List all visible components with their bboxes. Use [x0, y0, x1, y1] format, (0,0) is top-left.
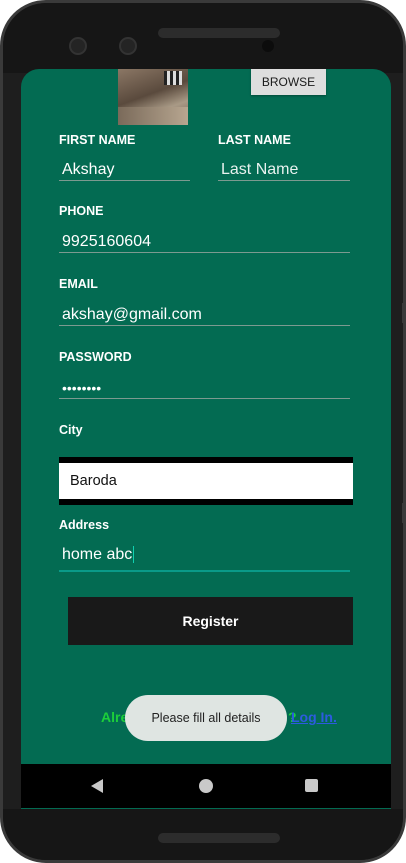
last-name-label: LAST NAME [218, 133, 291, 147]
phone-frame: BROWSE FIRST NAME LAST NAME Akshay Last … [0, 0, 406, 863]
city-label: City [59, 423, 83, 437]
address-value: home abc [62, 546, 133, 563]
proximity-sensor-icon [262, 40, 274, 52]
bottom-speaker [158, 833, 280, 843]
back-triangle-icon[interactable] [91, 779, 103, 793]
recents-square-icon[interactable] [305, 779, 318, 792]
phone-top-bezel [3, 3, 403, 73]
toast-message: Please fill all details [125, 695, 287, 741]
power-button [402, 503, 403, 523]
phone-field[interactable]: 9925160604 [59, 231, 350, 253]
email-label: EMAIL [59, 277, 98, 291]
profile-photo-preview [118, 69, 188, 125]
photo-window-detail [164, 71, 182, 85]
last-name-field[interactable]: Last Name [218, 159, 350, 181]
system-nav-bar [21, 764, 391, 808]
address-label: Address [59, 518, 110, 532]
registration-screen: BROWSE FIRST NAME LAST NAME Akshay Last … [21, 69, 391, 809]
phone-label: PHONE [59, 204, 104, 218]
text-cursor [133, 546, 135, 564]
front-sensor-icon [69, 37, 87, 55]
phone-bottom-bezel [3, 809, 403, 860]
front-camera-icon [119, 37, 137, 55]
city-selected-value[interactable]: Baroda [59, 463, 353, 499]
home-circle-icon[interactable] [199, 779, 213, 793]
register-button[interactable]: Register [68, 597, 353, 645]
first-name-label: FIRST NAME [59, 133, 136, 147]
city-dropdown[interactable]: Baroda [59, 457, 353, 505]
login-link[interactable]: Log In. [291, 709, 337, 725]
address-field[interactable]: home abc [59, 544, 350, 572]
browse-button[interactable]: BROWSE [251, 69, 326, 95]
password-field[interactable]: •••••••• [59, 377, 350, 399]
first-name-field[interactable]: Akshay [59, 159, 190, 181]
email-field[interactable]: akshay@gmail.com [59, 304, 350, 326]
earpiece-speaker [158, 28, 280, 38]
volume-button [402, 303, 403, 323]
photo-floor-detail [118, 107, 188, 125]
password-label: PASSWORD [59, 350, 132, 364]
